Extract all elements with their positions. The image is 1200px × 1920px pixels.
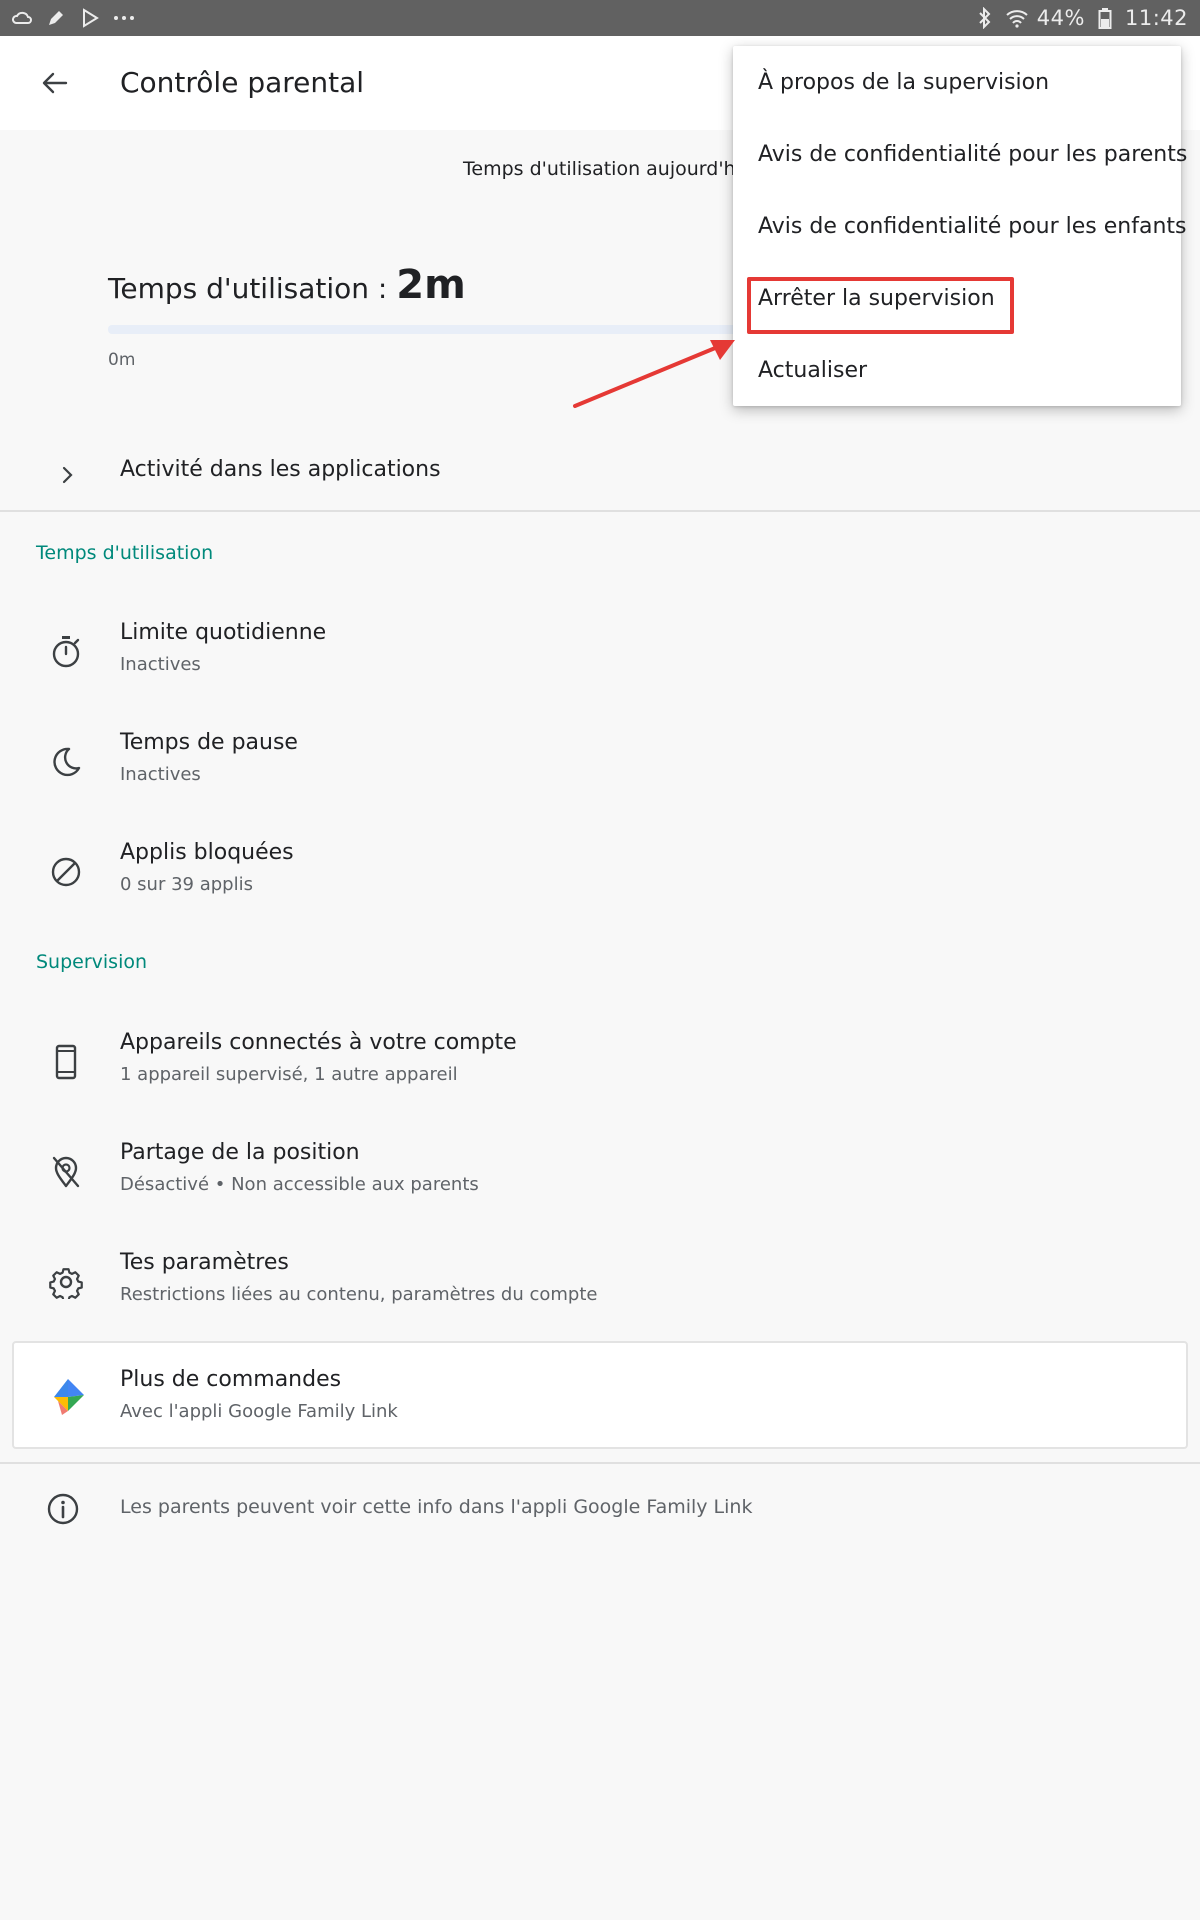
- arrow-back-icon: [42, 72, 68, 94]
- divider: [0, 510, 1200, 512]
- divider: [0, 1462, 1200, 1464]
- more-controls-subtitle: Avec l'appli Google Family Link: [120, 1401, 398, 1422]
- family-link-logo-icon: [48, 1377, 88, 1417]
- status-bar-right: 44% 11:42: [973, 6, 1188, 30]
- phone-icon: [46, 1042, 86, 1082]
- list-item-location-sharing[interactable]: Partage de la position Désactivé • Non a…: [0, 1130, 1200, 1220]
- back-button[interactable]: [30, 63, 80, 103]
- connected-devices-summary: 1 appareil supervisé, 1 autre appareil: [120, 1064, 458, 1085]
- section-header-supervision: Supervision: [36, 951, 148, 973]
- status-bar-left: [10, 6, 136, 30]
- more-controls-card[interactable]: Plus de commandes Avec l'appli Google Fa…: [12, 1341, 1188, 1449]
- gear-icon: [46, 1262, 86, 1302]
- list-item-blocked-apps[interactable]: Applis bloquées 0 sur 39 applis: [0, 830, 1200, 920]
- battery-icon: [1093, 6, 1117, 30]
- info-text: Les parents peuvent voir cette info dans…: [120, 1496, 753, 1518]
- info-row: Les parents peuvent voir cette info dans…: [0, 1480, 1200, 1540]
- page-title: Contrôle parental: [120, 66, 365, 99]
- list-item-daily-limit[interactable]: Limite quotidienne Inactives: [0, 610, 1200, 700]
- menu-item-stop-supervision[interactable]: Arrêter la supervision: [758, 286, 995, 311]
- connected-devices-title: Appareils connectés à votre compte: [120, 1030, 517, 1055]
- info-icon: [46, 1492, 86, 1532]
- blocked-apps-title: Applis bloquées: [120, 840, 294, 865]
- usage-caption: Temps d'utilisation aujourd'hu: [463, 158, 748, 180]
- daily-limit-title: Limite quotidienne: [120, 620, 327, 645]
- cloud-icon: [10, 6, 34, 30]
- location-sharing-status: Désactivé • Non accessible aux parents: [120, 1174, 479, 1195]
- menu-item-privacy-parents[interactable]: Avis de confidentialité pour les parents: [758, 142, 1187, 167]
- list-item-downtime[interactable]: Temps de pause Inactives: [0, 720, 1200, 810]
- block-icon: [46, 852, 86, 892]
- location-sharing-title: Partage de la position: [120, 1140, 360, 1165]
- usage-heading: Temps d'utilisation : 2m: [108, 262, 466, 308]
- menu-item-privacy-children[interactable]: Avis de confidentialité pour les enfants: [758, 214, 1186, 239]
- timer-icon: [46, 632, 86, 672]
- clock: 11:42: [1124, 6, 1188, 30]
- list-item-your-settings[interactable]: Tes paramètres Restrictions liées au con…: [0, 1240, 1200, 1330]
- wifi-icon: [1005, 6, 1029, 30]
- status-bar: 44% 11:42: [0, 0, 1200, 36]
- section-header-screen-time: Temps d'utilisation: [36, 542, 214, 564]
- your-settings-summary: Restrictions liées au contenu, paramètre…: [120, 1284, 598, 1305]
- play-store-icon: [78, 6, 102, 30]
- app-activity-row[interactable]: Activité dans les applications: [0, 440, 1200, 510]
- overflow-menu: À propos de la supervision Avis de confi…: [733, 46, 1187, 406]
- downtime-title: Temps de pause: [120, 730, 298, 755]
- more-controls-title: Plus de commandes: [120, 1367, 342, 1392]
- annotation-arrow-icon: [573, 340, 735, 408]
- menu-item-about-supervision[interactable]: À propos de la supervision: [758, 70, 1049, 95]
- your-settings-title: Tes paramètres: [120, 1250, 289, 1275]
- menu-item-refresh[interactable]: Actualiser: [758, 358, 867, 383]
- usage-heading-value: 2m: [396, 262, 466, 308]
- pen-icon: [44, 6, 68, 30]
- location-off-icon: [46, 1152, 86, 1192]
- moon-icon: [46, 742, 86, 782]
- blocked-apps-count: 0 sur 39 applis: [120, 874, 253, 895]
- chevron-right-icon: [56, 460, 80, 490]
- usage-axis-start: 0m: [108, 350, 136, 370]
- downtime-status: Inactives: [120, 764, 201, 785]
- bluetooth-icon: [973, 6, 997, 30]
- list-item-connected-devices[interactable]: Appareils connectés à votre compte 1 app…: [0, 1020, 1200, 1110]
- usage-heading-label: Temps d'utilisation :: [108, 272, 397, 305]
- daily-limit-status: Inactives: [120, 654, 201, 675]
- more-dots-icon: [112, 6, 136, 30]
- battery-percent: 44%: [1036, 6, 1085, 30]
- app-activity-label: Activité dans les applications: [120, 457, 441, 482]
